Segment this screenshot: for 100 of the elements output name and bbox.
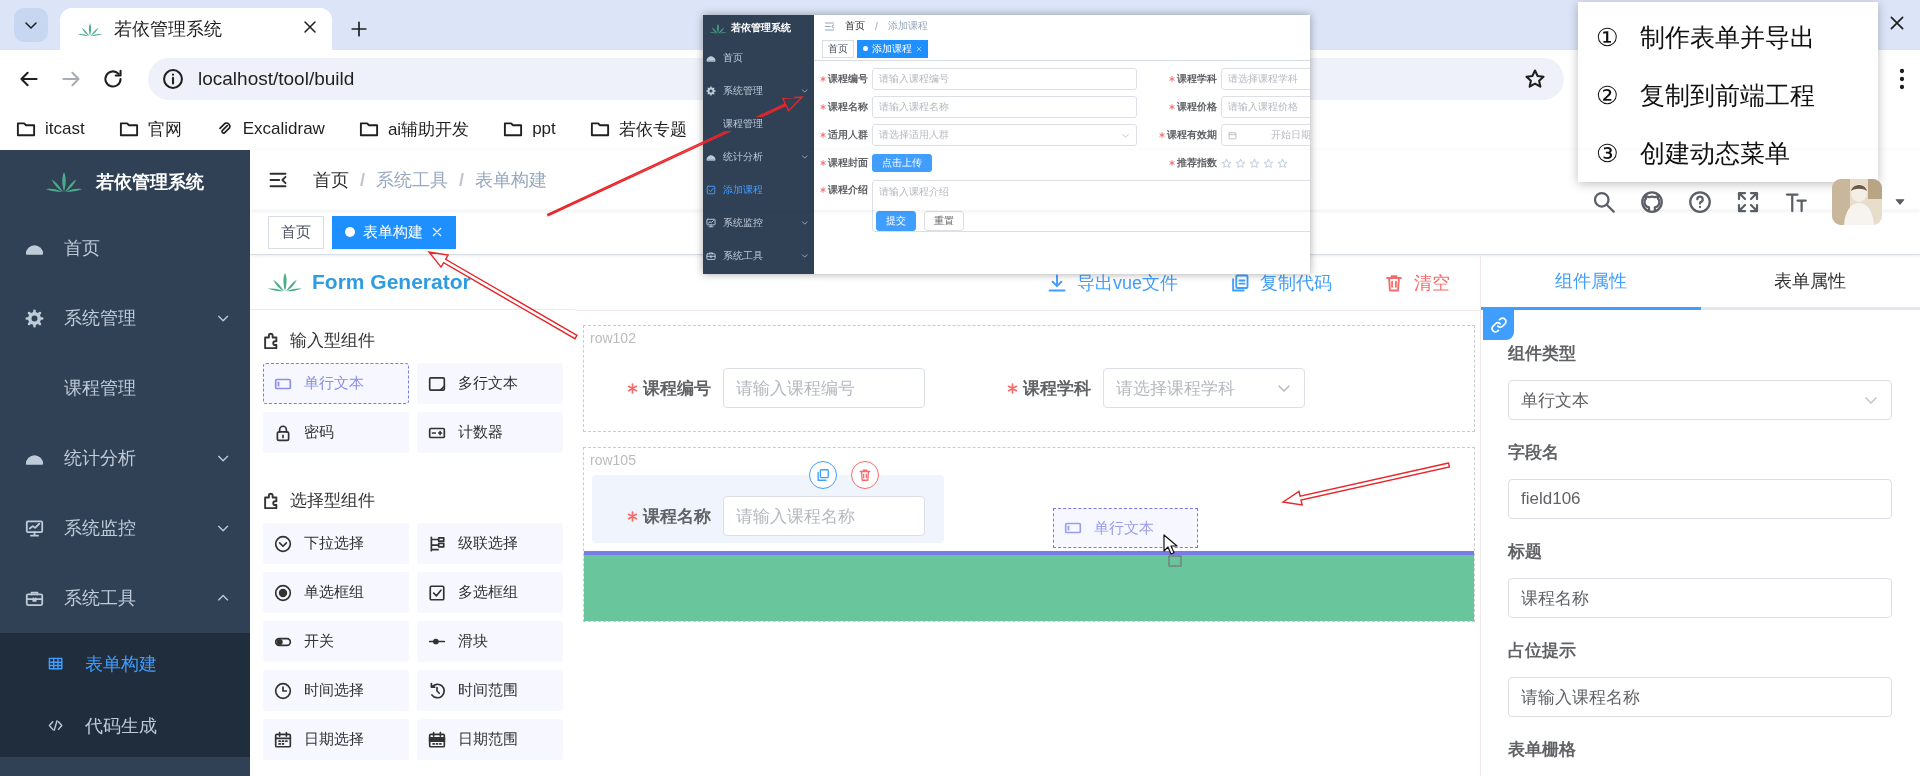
field-label: 表单栅格 [1508,739,1577,761]
cascader-icon [428,534,446,553]
fullscreen-button[interactable] [1736,190,1760,214]
component-item[interactable]: 多行文本 [417,363,563,404]
input-field[interactable]: 请输入课程名称 [1508,677,1892,717]
menu-item[interactable]: 系统工具 [703,239,814,272]
menu-item[interactable]: 课程管理 [0,353,250,423]
slider-icon [428,638,446,645]
input-field[interactable]: field106 [1508,479,1892,519]
field-label: 课程名称 [596,504,711,528]
window-close-button[interactable] [1888,14,1906,32]
row-name: row105 [589,451,637,470]
menu-item[interactable]: 添加课程 [703,173,814,206]
app-title: 若依管理系统 [96,170,204,194]
bookmark[interactable]: Excalidraw [215,119,325,139]
bookmark[interactable]: ai辅助开发 [358,117,470,141]
close-icon [1888,14,1906,32]
download-icon [1046,272,1067,293]
step-number: ② [1596,80,1619,110]
form-button[interactable]: 重置 [924,211,964,231]
tab[interactable]: 首页 [822,39,854,58]
component-item[interactable]: 下拉选择 [263,523,409,564]
menu-icon [824,20,835,32]
toolbox-icon [706,250,716,261]
menu-item[interactable]: 系统监控 [0,493,250,563]
field-label: 课程编号 [596,376,711,400]
component-item[interactable]: 日期范围 [417,719,563,760]
copy-icon [1230,272,1250,293]
textarea-icon [428,374,446,393]
info-icon [162,68,184,90]
selected-field[interactable]: 课程名称 请输入课程名称 [592,475,944,543]
search-button[interactable] [1592,190,1616,214]
step-text: 制作表单并导出 [1640,21,1816,53]
menu-item[interactable]: 统计分析 [0,423,250,493]
component-item[interactable]: 单选框组 [263,572,409,613]
submenu-item[interactable]: 代码生成 [0,695,250,757]
menu-item[interactable]: 系统工具 [0,563,250,633]
breadcrumb-item[interactable]: 首页 [845,19,865,33]
submenu-item[interactable]: 表单构建 [0,633,250,695]
clock-icon [274,681,292,700]
reload-icon [102,68,124,90]
component-item[interactable]: 多选框组 [417,572,563,613]
table-icon [48,656,64,672]
app-title: 若依管理系统 [731,21,791,35]
menu-item[interactable]: 统计分析 [703,140,814,173]
plus-icon [350,20,368,38]
link-button[interactable] [1483,310,1514,340]
bookmark-star-button[interactable] [1524,68,1546,90]
component-item[interactable]: 密码 [263,412,409,453]
bookmark[interactable]: ppt [503,119,556,139]
breadcrumb-item: 系统工具 [376,169,448,192]
star-icon [1524,68,1546,90]
help-button[interactable] [1688,190,1712,214]
calendar-icon [274,730,292,749]
active-dot-icon [345,227,355,237]
font-size-button[interactable] [1784,190,1808,214]
copy-icon [816,468,830,482]
component-item[interactable]: 时间选择 [263,670,409,711]
browser-tab[interactable]: 若依管理系统 [60,8,332,50]
panel-title: Form Generator [312,270,471,294]
bookmark[interactable]: itcast [16,119,85,139]
component-item[interactable]: 滑块 [417,621,563,662]
trash-icon [1384,272,1404,293]
menu-item[interactable]: 系统管理 [0,283,250,353]
component-item[interactable]: 开关 [263,621,409,662]
select-field[interactable]: 单行文本 [1508,380,1892,420]
bookmark[interactable]: 若依专题 [589,117,687,141]
new-tab-button[interactable] [350,20,368,38]
breadcrumb-item[interactable]: 首页 [313,168,349,192]
component-item[interactable]: 时间范围 [417,670,563,711]
folder-icon [358,119,379,139]
field-label: 课程介绍 [814,183,872,197]
more-menu-button[interactable] [1898,68,1906,90]
breadcrumb-separator: / [459,169,465,191]
bookmark[interactable]: 官网 [118,117,182,141]
tab[interactable]: 首页 [268,215,324,249]
star-icon [1221,157,1232,169]
drag-ghost: 单行文本 [1053,508,1198,548]
component-item[interactable]: 计数器 [417,412,563,453]
tab-list-button[interactable] [14,8,48,42]
delete-field-button[interactable] [851,461,879,489]
tab[interactable]: 表单属性 [1700,255,1920,310]
field-label: 推荐指数 [1155,156,1221,170]
component-item[interactable]: 级联选择 [417,523,563,564]
component-item[interactable]: 日期选择 [263,719,409,760]
input-field[interactable]: 课程名称 [1508,578,1892,618]
menu-item[interactable]: 首页 [0,213,250,283]
menu-item[interactable]: 课程管理 [703,107,814,140]
copy-field-button[interactable] [809,461,837,489]
folder-icon [503,119,524,139]
link-icon [1489,316,1508,334]
row-name: row102 [589,329,637,348]
source-link-button[interactable] [1640,190,1664,214]
active-dot-icon [863,46,868,51]
menu-toggle-button[interactable] [268,170,288,190]
monitor-icon [25,518,44,538]
menu-item[interactable]: 系统监控 [703,206,814,239]
star-icon [1263,157,1274,169]
reload-button[interactable] [102,68,124,90]
caret-down-icon [1894,196,1906,208]
